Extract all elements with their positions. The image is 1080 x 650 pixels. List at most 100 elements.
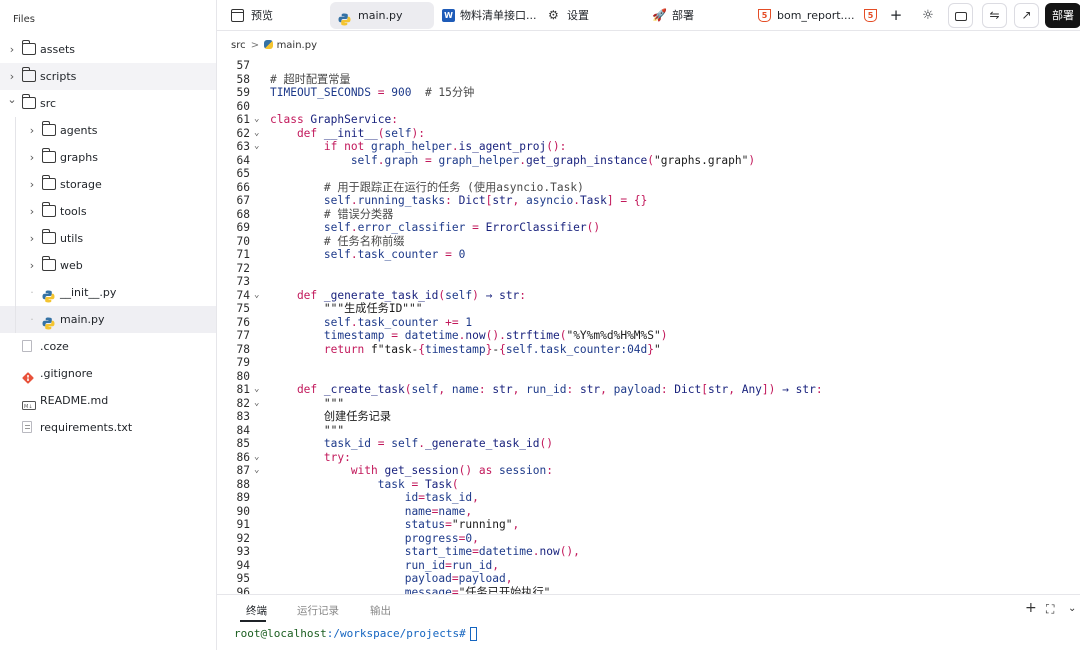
code-token: str: [579, 383, 601, 396]
tab-main-py[interactable]: main.py: [330, 2, 434, 29]
code-token: payload: [458, 572, 506, 585]
code-line: 83 创建任务记录: [217, 410, 1080, 424]
code-text: def __init__(self):: [270, 127, 425, 141]
line-number: 80: [236, 369, 250, 383]
breadcrumb-root[interactable]: src: [231, 40, 246, 51]
open-external-button[interactable]: ↗: [1014, 3, 1039, 28]
tree-item-gitignore[interactable]: .gitignore: [0, 360, 216, 387]
tab-output[interactable]: 输出: [370, 603, 391, 618]
line-number: 75: [236, 302, 250, 315]
tree-item-web[interactable]: › web: [0, 252, 216, 279]
terminal-prompt[interactable]: root@localhost:/workspace/projects#: [234, 627, 477, 641]
chevron-down-icon[interactable]: ⌄: [7, 86, 17, 113]
line-number: 86: [236, 450, 250, 464]
code-token: .: [451, 140, 459, 153]
folder-icon: [42, 175, 56, 190]
tree-item-label: main.py: [60, 313, 105, 326]
code-text: timestamp = datetime.now().strftime("%Y%…: [270, 329, 668, 343]
code-token: (): [586, 221, 601, 234]
code-line: 74 ⌄ def _generate_task_id(self) → str:: [217, 289, 1080, 303]
code-line: 69 self.error_classifier = ErrorClassifi…: [217, 221, 1080, 235]
line-number: 92: [236, 531, 250, 545]
fold-chevron-icon[interactable]: ⌄: [254, 383, 259, 397]
chevron-right-icon[interactable]: ›: [27, 117, 37, 144]
indent-guide: [15, 252, 16, 279]
tab-bom-report[interactable]: 5 bom_report....: [754, 2, 855, 29]
indent-guide: [15, 198, 16, 225]
file-icon: [22, 340, 32, 352]
code-token: GraphService: [310, 113, 392, 126]
chevron-right-icon[interactable]: ›: [27, 225, 37, 252]
fold-chevron-icon[interactable]: ⌄: [254, 140, 259, 154]
code-editor[interactable]: 57 58 # 超时配置常量 59 TIMEOUT_SECONDS = 900 # 15…: [217, 57, 1080, 594]
folder-icon: [42, 229, 56, 244]
tab-run-log[interactable]: 运行记录: [297, 603, 339, 618]
tab-deploy[interactable]: 🚀 部署: [647, 2, 727, 29]
code-text: 创建任务记录: [270, 410, 391, 424]
tree-item-requirements-txt[interactable]: requirements.txt: [0, 414, 216, 441]
code-text: self.task_counter += 1: [270, 316, 472, 330]
tree-item-tools[interactable]: › tools: [0, 198, 216, 225]
code-line: 84 """: [217, 424, 1080, 438]
code-token: name: [438, 504, 466, 518]
chevron-right-icon[interactable]: ›: [27, 252, 37, 279]
fold-chevron-icon[interactable]: ⌄: [254, 464, 259, 478]
fold-chevron-icon[interactable]: ⌄: [254, 113, 259, 127]
code-token: get_session: [384, 464, 459, 477]
fold-chevron-icon[interactable]: ⌄: [254, 397, 259, 411]
code-token: "任务已开始执行": [458, 585, 551, 595]
code-token: :: [344, 450, 351, 464]
adjust-settings-button[interactable]: ⇋: [982, 3, 1007, 28]
fold-chevron-icon[interactable]: ⌄: [254, 127, 259, 141]
tree-item-main-py[interactable]: · main.py: [0, 306, 216, 333]
theme-toggle-sun-icon[interactable]: ☼: [918, 2, 938, 29]
sidebar-title: Files: [13, 14, 35, 25]
code-line: 88 task = Task(: [217, 478, 1080, 492]
fold-chevron-icon[interactable]: ⌄: [254, 289, 259, 303]
tree-item-storage[interactable]: › storage: [0, 171, 216, 198]
fold-chevron-icon[interactable]: ⌄: [254, 451, 259, 465]
tree-item-coze[interactable]: .coze: [0, 333, 216, 360]
code-token: if not: [270, 140, 372, 153]
code-text: # 超时配置常量: [270, 73, 351, 87]
code-token: (): [539, 437, 553, 450]
tab-html-extra[interactable]: 5: [860, 2, 882, 29]
folder-button[interactable]: [948, 3, 973, 28]
chevron-right-icon[interactable]: ›: [27, 198, 37, 225]
tab-bom-doc[interactable]: W 物料清单接口...: [439, 2, 539, 29]
code-line: 76 self.task_counter += 1: [217, 316, 1080, 330]
code-token: # 错误分类器: [270, 207, 394, 221]
code-line: 64 self.graph = graph_helper.get_graph_i…: [217, 154, 1080, 168]
code-text: TIMEOUT_SECONDS = 900 # 15分钟: [270, 86, 474, 100]
code-line: 90 name=name,: [217, 505, 1080, 519]
code-token: task_id: [424, 491, 473, 504]
deploy-button[interactable]: 部署: [1045, 3, 1080, 28]
tree-item-src[interactable]: ⌄ src: [0, 90, 216, 117]
breadcrumb-file[interactable]: main.py: [277, 40, 317, 51]
tree-item-readme-md[interactable]: M↓ README.md: [0, 387, 216, 414]
code-token: ,: [512, 383, 527, 396]
code-line: 58 # 超时配置常量: [217, 73, 1080, 87]
tree-item-assets[interactable]: › assets: [0, 36, 216, 63]
chevron-right-icon[interactable]: ›: [27, 171, 37, 198]
tree-item-graphs[interactable]: › graphs: [0, 144, 216, 171]
code-token: timestamp: [270, 329, 385, 342]
tab-preview[interactable]: 预览: [227, 2, 315, 29]
code-line: 81 ⌄ def _create_task(self, name: str, ru…: [217, 383, 1080, 397]
tab-terminal[interactable]: 终端: [246, 603, 267, 618]
chevron-right-icon[interactable]: ›: [27, 144, 37, 171]
tree-item-agents[interactable]: › agents: [0, 117, 216, 144]
chevron-right-icon[interactable]: ›: [7, 36, 17, 63]
tree-item-init-py[interactable]: · __init__.py: [0, 279, 216, 306]
maximize-icon[interactable]: ⛶: [1046, 602, 1054, 617]
code-text: if not graph_helper.is_agent_proj():: [270, 140, 567, 154]
line-number: 61: [236, 113, 250, 126]
tree-item-utils[interactable]: › utils: [0, 225, 216, 252]
line-number: 88: [236, 477, 250, 491]
tab-settings[interactable]: ⚙ 设置: [543, 2, 623, 29]
tree-item-scripts[interactable]: › scripts: [0, 63, 216, 90]
add-terminal-button[interactable]: +: [1025, 600, 1037, 616]
collapse-panel-icon[interactable]: ⌄: [1068, 603, 1076, 614]
code-token: # 超时配置常量: [270, 72, 351, 86]
new-tab-button[interactable]: +: [886, 2, 906, 29]
